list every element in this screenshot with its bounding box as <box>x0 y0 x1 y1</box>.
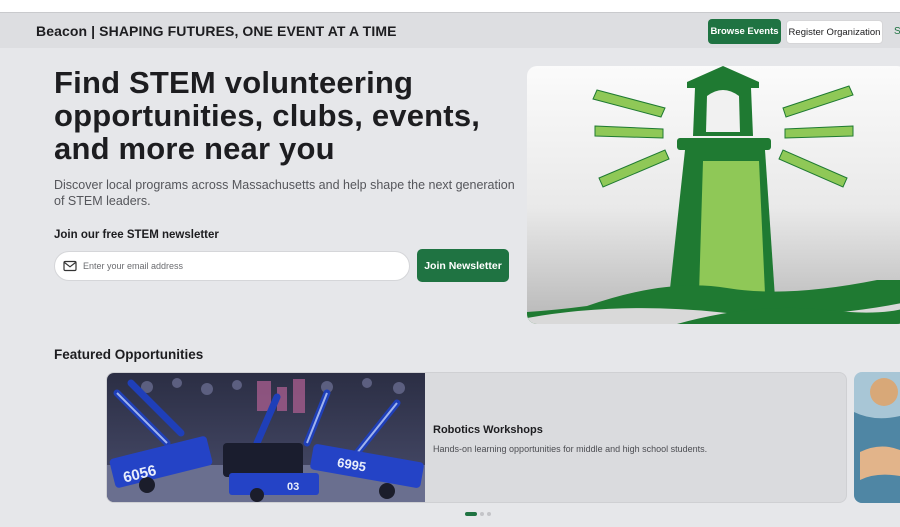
email-field-wrapper[interactable] <box>54 251 410 281</box>
email-input[interactable] <box>83 261 409 271</box>
nav-overflow-link[interactable]: S <box>894 26 900 37</box>
mail-icon <box>63 259 77 273</box>
featured-heading: Featured Opportunities <box>54 347 204 362</box>
register-organization-button[interactable]: Register Organization <box>786 20 883 44</box>
carousel-dot-1[interactable] <box>465 512 477 516</box>
brand-title[interactable]: Beacon | SHAPING FUTURES, ONE EVENT AT A… <box>36 23 397 39</box>
robotics-photo: 6056 6995 03 <box>107 373 425 502</box>
hero-title: Find STEM volunteering opportunities, cl… <box>54 65 481 166</box>
robot-number: 03 <box>287 481 299 493</box>
card-description: Hands-on learning opportunities for midd… <box>433 444 708 454</box>
join-newsletter-button[interactable]: Join Newsletter <box>417 249 509 282</box>
newsletter-label: Join our free STEM newsletter <box>54 229 219 241</box>
card-title: Robotics Workshops <box>433 424 543 436</box>
carousel-indicator <box>465 512 491 516</box>
browser-top-strip <box>0 0 900 12</box>
carousel-dot-2[interactable] <box>480 512 484 516</box>
hero-subtitle: Discover local programs across Massachus… <box>54 178 515 208</box>
browse-events-button[interactable]: Browse Events <box>708 19 781 44</box>
navbar: Beacon | SHAPING FUTURES, ONE EVENT AT A… <box>0 12 900 48</box>
opportunity-card[interactable]: 6056 6995 03 Robotics Workshops Hands-on… <box>106 372 847 503</box>
lighthouse-logo-icon <box>527 66 900 324</box>
carousel-dot-3[interactable] <box>487 512 491 516</box>
next-card-photo[interactable] <box>854 372 900 503</box>
